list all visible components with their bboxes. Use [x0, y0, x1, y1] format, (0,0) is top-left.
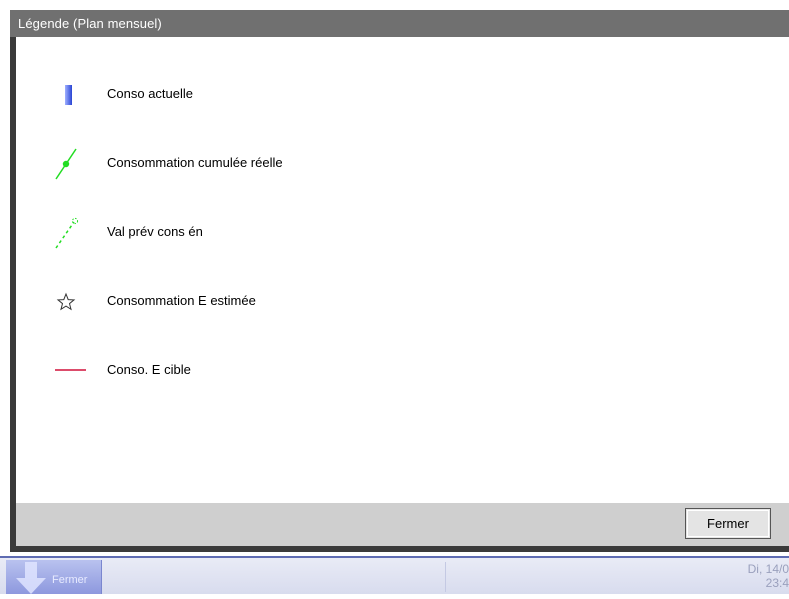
red-line-icon: [46, 350, 86, 390]
legend-label: Consommation E estimée: [107, 293, 256, 308]
clock-time: 23:4: [765, 576, 789, 590]
legend-item: Consommation cumulée réelle: [16, 143, 716, 183]
star-outline-icon: [46, 281, 86, 321]
legend-item: Conso actuelle: [16, 74, 716, 114]
legend-item: Consommation E estimée: [16, 281, 716, 321]
green-line-dot-icon: [46, 143, 86, 183]
clock: Di, 14/0 23:4: [748, 562, 789, 590]
down-arrow-icon: [14, 562, 48, 599]
taskbar-divider: [445, 562, 446, 592]
taskbar-close-button[interactable]: Fermer: [6, 560, 102, 594]
blue-bar-icon: [46, 74, 86, 114]
legend-label: Val prév cons én: [107, 224, 203, 239]
taskbar: Fermer Di, 14/0 23:4: [0, 556, 789, 594]
legend-item: Conso. E cible: [16, 350, 716, 390]
dialog-title: Légende (Plan mensuel): [18, 16, 162, 31]
green-dashed-line-icon: [46, 212, 86, 252]
legend-item: Val prév cons én: [16, 212, 716, 252]
legend-content: Conso actuelle Consommation cumulée réel…: [16, 37, 789, 503]
legend-label: Conso actuelle: [107, 86, 193, 101]
legend-dialog: Légende (Plan mensuel) Conso actuelle Co…: [10, 10, 789, 552]
dialog-titlebar: Légende (Plan mensuel): [10, 10, 789, 37]
dialog-footer: Fermer: [16, 503, 789, 546]
legend-label: Consommation cumulée réelle: [107, 155, 283, 170]
taskbar-button-label: Fermer: [52, 574, 88, 586]
close-button[interactable]: Fermer: [685, 508, 771, 539]
clock-date: Di, 14/0: [747, 562, 789, 576]
legend-label: Conso. E cible: [107, 362, 191, 377]
